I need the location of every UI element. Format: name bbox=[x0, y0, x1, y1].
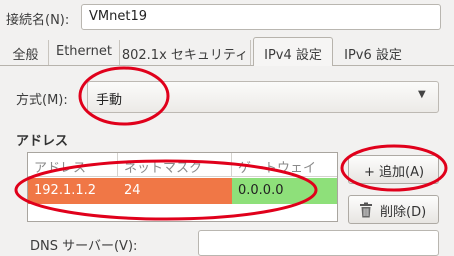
method-selected-value: 手動 bbox=[96, 93, 123, 108]
tab-8021x-security[interactable]: 802.1x セキュリティ bbox=[120, 40, 251, 65]
address-cell[interactable]: 192.1.1.2 bbox=[28, 178, 118, 204]
tab-ipv6-settings[interactable]: IPv6 設定 bbox=[336, 40, 410, 65]
delete-button[interactable]: 削除(D) bbox=[348, 195, 439, 224]
gateway-cell[interactable]: 0.0.0.0 bbox=[232, 178, 337, 204]
column-header-address[interactable]: アドレス bbox=[28, 153, 118, 177]
tab-general[interactable]: 全般 bbox=[0, 40, 49, 65]
table-row[interactable]: 192.1.1.2 24 0.0.0.0 bbox=[28, 178, 337, 204]
column-header-netmask[interactable]: ネットマスク bbox=[118, 153, 232, 177]
dns-servers-input[interactable] bbox=[198, 230, 439, 256]
chevron-down-icon: ▼ bbox=[418, 89, 426, 100]
connection-name-label: 接続名(N): bbox=[6, 13, 70, 28]
connection-name-input[interactable]: VMnet19 bbox=[81, 4, 441, 30]
add-button[interactable]: + 追加(A) bbox=[348, 155, 439, 184]
tab-ipv4-settings[interactable]: IPv4 設定 bbox=[253, 37, 333, 66]
netmask-cell[interactable]: 24 bbox=[118, 178, 232, 204]
address-table[interactable]: アドレス ネットマスク ゲートウェイ 192.1.1.2 24 0.0.0.0 bbox=[27, 152, 338, 222]
delete-button-label: 削除(D) bbox=[380, 205, 427, 220]
method-dropdown[interactable] bbox=[87, 81, 439, 113]
tab-ethernet[interactable]: Ethernet bbox=[49, 40, 120, 65]
method-label: 方式(M): bbox=[16, 93, 68, 108]
column-header-gateway[interactable]: ゲートウェイ bbox=[232, 153, 337, 177]
dns-servers-label: DNS サーバー(V): bbox=[30, 239, 138, 254]
trash-icon bbox=[360, 202, 372, 218]
tab-bar-divider bbox=[0, 65, 454, 66]
addresses-heading: アドレス bbox=[16, 134, 69, 149]
